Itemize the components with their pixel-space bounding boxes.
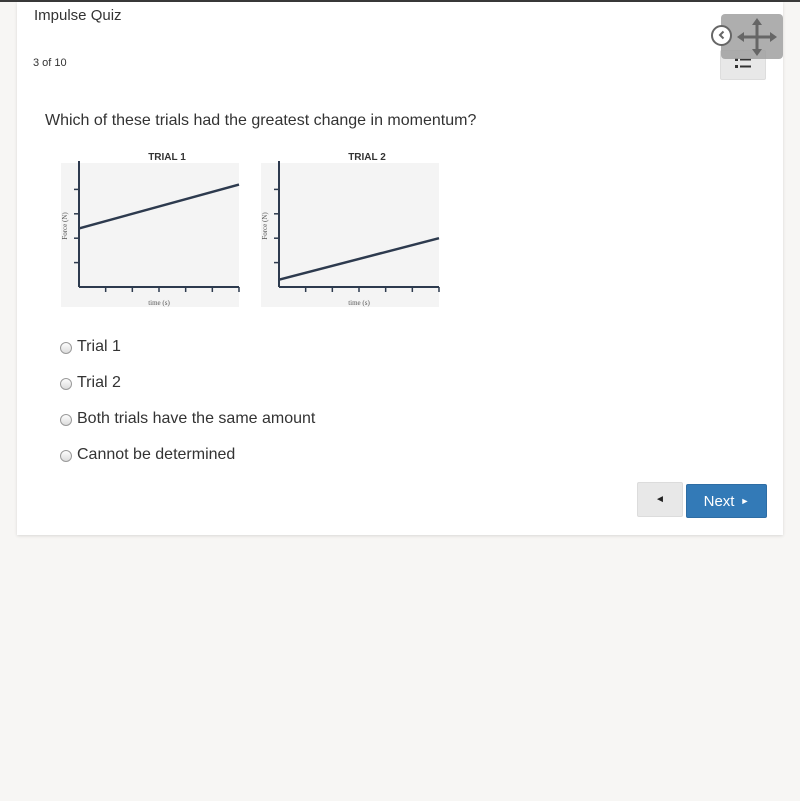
next-button[interactable]: Next ► xyxy=(686,484,767,518)
chevron-left-circle-icon xyxy=(717,27,727,45)
quiz-card: Impulse Quiz 3 of 10 Which of these tria… xyxy=(17,2,783,535)
chart-title: TRIAL 2 xyxy=(348,152,386,163)
previous-button[interactable]: ◄ xyxy=(637,482,683,517)
chart-trial-1-svg: TRIAL 1 time (s) Force (N) xyxy=(61,152,240,307)
option-trial-2[interactable]: Trial 2 xyxy=(60,365,315,401)
option-label: Both trials have the same amount xyxy=(77,410,316,427)
next-label: Next xyxy=(703,492,735,510)
next-arrow-icon: ► xyxy=(740,496,750,506)
option-label: Trial 1 xyxy=(77,338,121,355)
question-text: Which of these trials had the greatest c… xyxy=(45,112,477,129)
y-axis-label: Force (N) xyxy=(61,212,69,240)
option-label: Trial 2 xyxy=(77,374,121,391)
chart-trial-1: TRIAL 1 time (s) Force (N) xyxy=(53,145,245,315)
radio-button[interactable] xyxy=(60,377,72,390)
x-axis-label: time (s) xyxy=(148,299,170,307)
radio-button[interactable] xyxy=(60,449,72,462)
move-arrows-icon xyxy=(721,18,783,63)
option-trial-1[interactable]: Trial 1 xyxy=(60,329,315,365)
question-progress: 3 of 10 xyxy=(33,57,67,69)
chart-background xyxy=(61,163,239,307)
chart-trial-2: TRIAL 2 time (s) Force (N) xyxy=(253,145,445,315)
previous-arrow-icon: ◄ xyxy=(655,494,665,505)
radio-button[interactable] xyxy=(60,341,72,354)
x-axis-label: time (s) xyxy=(348,299,370,307)
chart-background xyxy=(261,163,439,307)
option-same-amount[interactable]: Both trials have the same amount xyxy=(60,401,315,437)
answer-options: Trial 1 Trial 2 Both trials have the sam… xyxy=(60,329,315,473)
collapse-button[interactable] xyxy=(711,25,732,46)
chart-title: TRIAL 1 xyxy=(148,152,186,163)
quiz-title: Impulse Quiz xyxy=(34,7,122,24)
option-cannot-determine[interactable]: Cannot be determined xyxy=(60,437,315,473)
option-label: Cannot be determined xyxy=(77,446,236,463)
radio-button[interactable] xyxy=(60,413,72,426)
y-axis-label: Force (N) xyxy=(261,212,269,240)
chart-trial-2-svg: TRIAL 2 time (s) Force (N) xyxy=(261,152,440,307)
